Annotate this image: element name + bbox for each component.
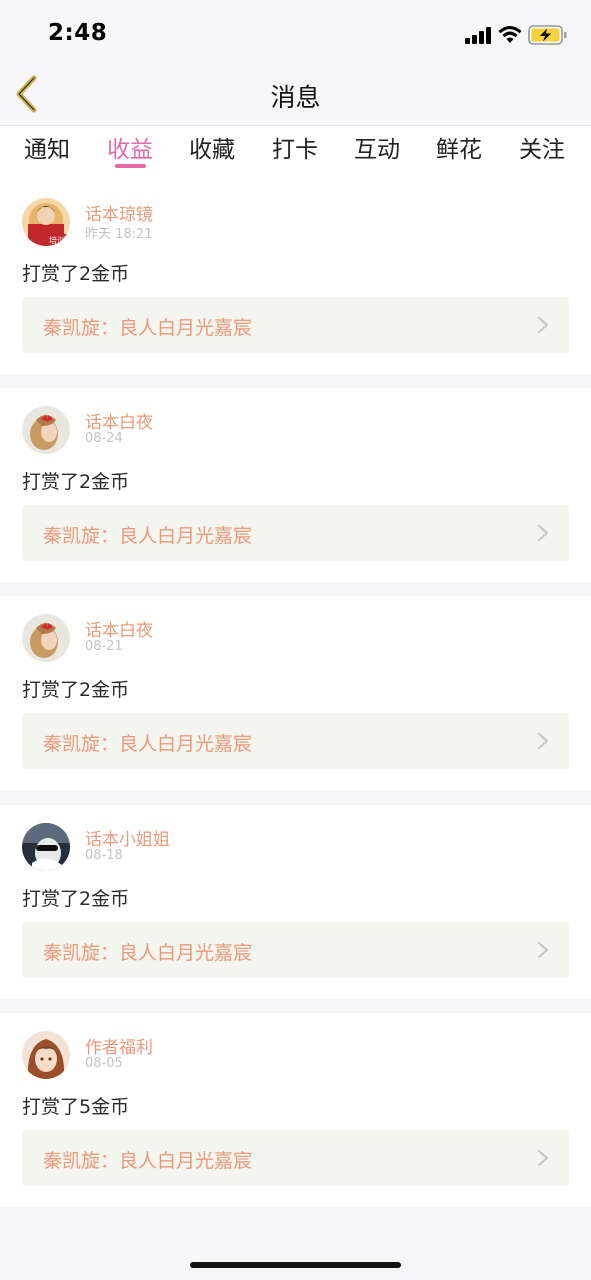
avatar[interactable]: 培训 <box>22 198 70 246</box>
sender-name[interactable]: 话本白夜 <box>85 408 153 433</box>
tab-notifications[interactable]: 通知 <box>12 130 82 176</box>
active-tab-indicator <box>115 164 146 168</box>
sender-name[interactable]: 话本琼镜 <box>85 200 153 225</box>
story-link[interactable]: 秦凯旋：良人白月光嘉宸 <box>22 922 569 978</box>
message-card: 培训 话本琼镜 昨天 18:21 打赏了2金币 秦凯旋：良人白月光嘉宸 <box>0 180 591 374</box>
story-link[interactable]: 秦凯旋：良人白月光嘉宸 <box>22 505 569 561</box>
tab-favorites[interactable]: 收藏 <box>177 130 247 176</box>
avatar[interactable] <box>22 1031 70 1079</box>
tab-earnings[interactable]: 收益 <box>95 130 165 176</box>
story-link[interactable]: 秦凯旋：良人白月光嘉宸 <box>22 297 569 353</box>
story-link[interactable]: 秦凯旋：良人白月光嘉宸 <box>22 713 569 769</box>
chevron-right-icon <box>538 733 548 749</box>
chevron-right-icon <box>538 942 548 958</box>
message-text: 打赏了2金币 <box>22 471 130 493</box>
sender-name[interactable]: 话本小姐姐 <box>85 825 170 850</box>
avatar[interactable] <box>22 614 70 662</box>
story-link-text: 秦凯旋：良人白月光嘉宸 <box>43 525 253 547</box>
navigation-bar: 消息 <box>0 64 591 126</box>
message-time: 08-18 <box>85 848 123 863</box>
message-time: 昨天 18:21 <box>85 227 153 242</box>
message-text: 打赏了2金币 <box>22 888 130 910</box>
tab-following[interactable]: 关注 <box>507 130 577 176</box>
message-card: 话本小姐姐 08-18 打赏了2金币 秦凯旋：良人白月光嘉宸 <box>0 805 591 999</box>
message-text: 打赏了2金币 <box>22 679 130 701</box>
cellular-signal-icon <box>465 27 491 44</box>
chevron-right-icon <box>538 525 548 541</box>
wifi-icon <box>498 26 522 43</box>
tab-checkin[interactable]: 打卡 <box>260 130 330 176</box>
message-text: 打赏了5金币 <box>22 1096 130 1118</box>
message-card: 话本白夜 08-24 打赏了2金币 秦凯旋：良人白月光嘉宸 <box>0 388 591 582</box>
story-link-text: 秦凯旋：良人白月光嘉宸 <box>43 317 253 339</box>
page-title: 消息 <box>270 83 321 112</box>
sender-name[interactable]: 话本白夜 <box>85 616 153 641</box>
sender-name[interactable]: 作者福利 <box>85 1033 153 1058</box>
avatar[interactable] <box>22 406 70 454</box>
home-indicator[interactable] <box>190 1262 401 1268</box>
tab-bar: 通知 收益 收藏 打卡 互动 鲜花 关注 <box>0 126 591 180</box>
message-text: 打赏了2金币 <box>22 263 130 285</box>
message-time: 08-24 <box>85 431 123 446</box>
message-card: 话本白夜 08-21 打赏了2金币 秦凯旋：良人白月光嘉宸 <box>0 596 591 790</box>
status-time: 2:48 <box>48 20 108 46</box>
message-time: 08-21 <box>85 639 123 654</box>
chevron-right-icon <box>538 317 548 333</box>
status-bar: 2:48 <box>0 0 591 64</box>
story-link[interactable]: 秦凯旋：良人白月光嘉宸 <box>22 1130 569 1186</box>
story-link-text: 秦凯旋：良人白月光嘉宸 <box>43 942 253 964</box>
message-card: 作者福利 08-05 打赏了5金币 秦凯旋：良人白月光嘉宸 <box>0 1013 591 1207</box>
battery-charging-icon <box>528 25 567 45</box>
message-time: 08-05 <box>85 1056 123 1071</box>
tab-flowers[interactable]: 鲜花 <box>424 130 494 176</box>
chevron-right-icon <box>538 1150 548 1166</box>
story-link-text: 秦凯旋：良人白月光嘉宸 <box>43 1150 253 1172</box>
story-link-text: 秦凯旋：良人白月光嘉宸 <box>43 733 253 755</box>
avatar-badge: 培训 <box>49 235 65 245</box>
tab-interactions[interactable]: 互动 <box>342 130 412 176</box>
avatar[interactable] <box>22 823 70 871</box>
